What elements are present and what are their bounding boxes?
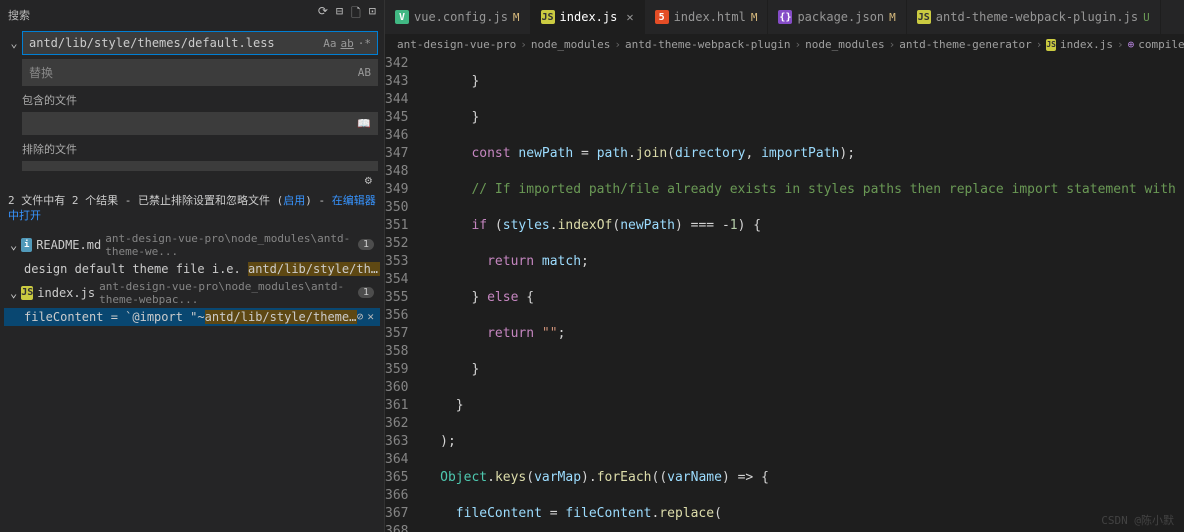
code-area[interactable]: 3423433443453463473483493503513523533543… [385,55,1184,532]
close-icon[interactable]: ✕ [626,10,633,24]
breadcrumb[interactable]: ant-design-vue-pro› node_modules› antd-t… [385,34,1184,55]
line-numbers: 3423433443453463473483493503513523533543… [385,55,424,532]
result-match-1[interactable]: design default theme file i.e. antd/lib/… [4,260,380,278]
md-icon: i [21,238,32,252]
search-actions: ⟳ ⊟ 🗋 ⊡ [318,4,376,25]
file-name: README.md [36,238,101,252]
gear-icon[interactable]: ⚙ [365,173,372,187]
tab-index-html[interactable]: 5index.htmlM [645,0,769,34]
include-label: 包含的文件 [0,88,384,110]
watermark: CSDN @陈小默 [1101,512,1174,528]
case-icon[interactable]: Aa [323,37,336,50]
close-icon[interactable]: ✕ [367,310,374,323]
json-icon: {} [778,10,792,24]
js-icon: JS [917,10,931,24]
dismiss-icon[interactable]: ⊘ [357,310,364,323]
replace-placeholder: 替换 [29,64,53,81]
regex-icon[interactable]: ·* [358,37,371,50]
search-panel: 搜索 ⟳ ⊟ 🗋 ⊡ ⌄ antd/lib/style/themes/defau… [0,0,385,532]
word-icon[interactable]: ab [341,37,354,50]
exclude-input[interactable] [22,161,378,171]
tab-bar: Vvue.config.jsM JSindex.js✕ 5index.htmlM… [385,0,1184,34]
chevron-down-icon: ⌄ [10,238,17,252]
result-file-1[interactable]: ⌄ i README.md ant-design-vue-pro\node_mo… [4,230,380,260]
enable-link[interactable]: 启用 [283,194,305,207]
search-input-text: antd/lib/style/themes/default.less [29,36,275,50]
html-icon: 5 [655,10,669,24]
replace-input[interactable]: 替换 AB [22,59,378,86]
tab-vue-config[interactable]: Vvue.config.jsM [385,0,531,34]
book-icon[interactable]: 📖 [357,117,371,130]
match-count: 1 [358,287,374,298]
collapse-icon[interactable]: ⊡ [369,4,376,25]
tab-package-json[interactable]: {}package.jsonM [768,0,906,34]
js-icon: JS [1046,39,1056,51]
include-input[interactable]: 📖 [22,112,378,135]
code-lines[interactable]: } } const newPath = path.join(directory,… [424,55,1184,532]
search-input[interactable]: antd/lib/style/themes/default.less Aa ab… [22,31,378,55]
new-file-icon[interactable]: 🗋 [351,4,361,25]
search-options: Aa ab ·* [323,37,371,50]
results-summary: 2 文件中有 2 个结果 - 已禁止排除设置和忽略文件 (启用) - 在编辑器中… [0,187,384,230]
file-path: ant-design-vue-pro\node_modules\antd-the… [99,280,354,306]
refresh-icon[interactable]: ⟳ [318,4,328,25]
js-icon: JS [541,10,555,24]
result-match-2[interactable]: fileContent = `@import "~antd/lib/style/… [4,308,380,326]
results-tree: ⌄ i README.md ant-design-vue-pro\node_mo… [0,230,384,326]
toggle-replace-icon[interactable]: ⌄ [6,36,22,50]
file-name: index.js [37,286,95,300]
method-icon: ⊕ [1128,38,1135,51]
tab-index-js[interactable]: JSindex.js✕ [531,0,645,34]
exclude-label: 排除的文件 [0,137,384,159]
file-path: ant-design-vue-pro\node_modules\antd-the… [105,232,354,258]
tab-plugin-js[interactable]: JSantd-theme-webpack-plugin.jsU [907,0,1161,34]
replace-all-icon[interactable]: AB [358,66,371,79]
clear-icon[interactable]: ⊟ [336,4,343,25]
editor-pane: Vvue.config.jsM JSindex.js✕ 5index.htmlM… [385,0,1184,532]
js-icon: JS [21,286,33,300]
result-file-2[interactable]: ⌄ JS index.js ant-design-vue-pro\node_mo… [4,278,380,308]
chevron-down-icon: ⌄ [10,286,17,300]
vue-icon: V [395,10,409,24]
search-title: 搜索 [8,7,30,23]
match-count: 1 [358,239,374,250]
